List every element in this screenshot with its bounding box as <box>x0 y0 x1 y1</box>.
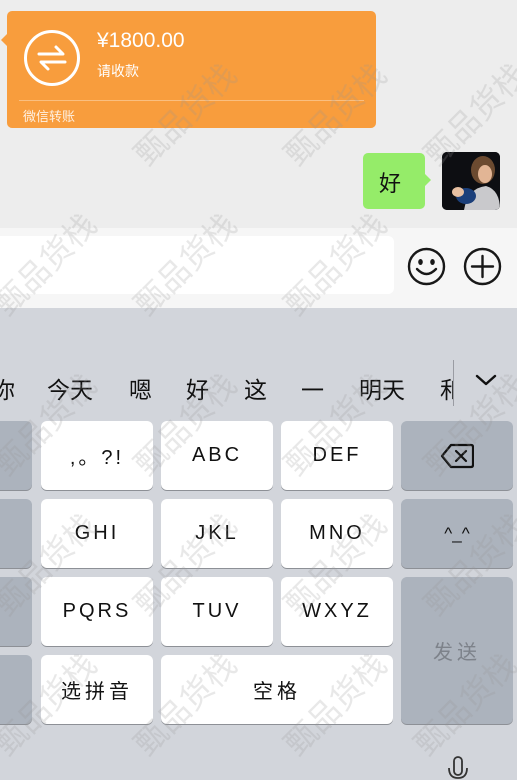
candidate-word[interactable]: 明天 <box>359 371 405 405</box>
candidate-bar: 你 今天 嗯 好 这 一 明天 和 <box>0 308 517 410</box>
space-bar[interactable]: 空格 <box>161 655 393 724</box>
side-key[interactable] <box>0 421 32 490</box>
key-def[interactable]: DEF <box>281 421 393 490</box>
message-input[interactable] <box>0 236 394 294</box>
transfer-amount: ¥1800.00 <box>97 29 185 52</box>
candidate-word[interactable]: 好 <box>186 371 209 405</box>
reply-message-bubble[interactable]: 好 <box>363 153 431 209</box>
side-key[interactable] <box>0 577 32 646</box>
candidate-word[interactable]: 今天 <box>47 371 93 405</box>
input-bar <box>0 228 517 308</box>
delete-key[interactable] <box>401 421 513 490</box>
candidate-word[interactable]: 嗯 <box>129 371 152 405</box>
candidate-word[interactable]: 和 <box>440 371 453 405</box>
key-punctuation[interactable]: ,。?! <box>41 421 153 490</box>
reply-message-text: 好 <box>379 172 402 197</box>
key-tuv[interactable]: TUV <box>161 577 273 646</box>
key-wxyz[interactable]: WXYZ <box>281 577 393 646</box>
key-jkl[interactable]: JKL <box>161 499 273 568</box>
transfer-source-label: 微信转账 <box>23 110 76 125</box>
chevron-down-icon[interactable] <box>475 372 497 392</box>
side-key[interactable] <box>0 655 32 724</box>
backspace-icon <box>440 443 474 468</box>
emoji-icon[interactable] <box>407 247 446 286</box>
pinyin-keyboard: 你 今天 嗯 好 这 一 明天 和 ,。?! ABC DEF GHI JKL M… <box>0 308 517 780</box>
bubble-tail <box>1 33 8 47</box>
transfer-arrows-icon <box>24 30 80 86</box>
key-mno[interactable]: MNO <box>281 499 393 568</box>
chat-area: ¥1800.00 请收款 微信转账 好 <box>0 0 517 228</box>
plus-icon[interactable] <box>463 247 502 286</box>
transfer-status: 请收款 <box>97 64 139 80</box>
send-button[interactable]: 发送 <box>401 577 513 724</box>
emoticon-key[interactable]: ^_^ <box>401 499 513 568</box>
avatar[interactable] <box>442 152 500 210</box>
divider <box>453 360 454 406</box>
microphone-icon[interactable] <box>447 756 469 780</box>
key-abc[interactable]: ABC <box>161 421 273 490</box>
divider <box>19 100 364 101</box>
candidate-word[interactable]: 这 <box>244 371 267 405</box>
transfer-message-card[interactable]: ¥1800.00 请收款 微信转账 <box>1 11 376 128</box>
select-pinyin-key[interactable]: 选拼音 <box>41 655 153 724</box>
candidate-word[interactable]: 一 <box>301 371 324 405</box>
side-key[interactable] <box>0 499 32 568</box>
bubble-tail <box>424 173 431 187</box>
key-ghi[interactable]: GHI <box>41 499 153 568</box>
candidate-word[interactable]: 你 <box>0 371 15 405</box>
key-pqrs[interactable]: PQRS <box>41 577 153 646</box>
